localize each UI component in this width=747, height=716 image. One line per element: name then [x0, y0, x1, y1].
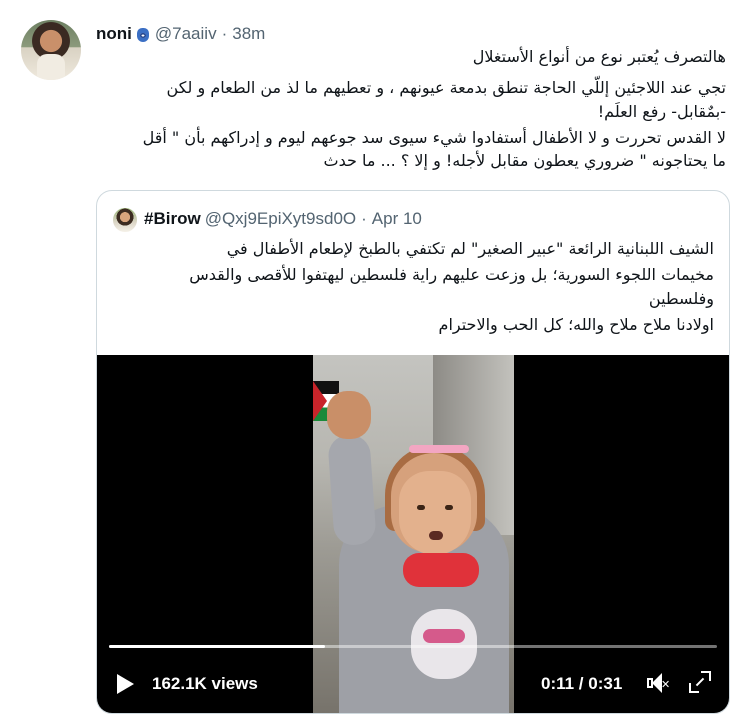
quoted-text-line: وفلسطين: [648, 289, 714, 308]
separator-dot: ·: [221, 24, 228, 43]
quoted-date[interactable]: Apr 10: [372, 209, 422, 229]
tweet-text-line: تجي عند اللاجئين إللّي الحاجة تنطق بدمعة…: [166, 78, 726, 97]
quoted-author-name[interactable]: #Birow: [144, 209, 201, 229]
avatar[interactable]: [21, 20, 81, 80]
quoted-header: #Birow @Qxj9EpiXyt9sd0O · Apr 10: [144, 207, 422, 231]
author-name[interactable]: noni: [96, 24, 132, 44]
play-icon[interactable]: [115, 673, 135, 695]
tweet-text-line: لا القدس تحررت و لا الأطفال أستفادوا شيء…: [142, 128, 726, 147]
tweet-text-line: هالتصرف يُعتبر نوع من أنواع الأستغلال: [472, 47, 726, 66]
quoted-tweet[interactable]: #Birow @Qxj9EpiXyt9sd0O · Apr 10 الشيف ا…: [96, 190, 730, 714]
video-progress-bar[interactable]: [109, 645, 717, 648]
video-time: 0:11 / 0:31: [541, 674, 623, 693]
hamsa-icon: [135, 25, 151, 43]
separator-dot: ·: [361, 209, 367, 228]
quoted-avatar[interactable]: [113, 208, 137, 232]
volume-muted-icon[interactable]: ✕: [645, 671, 671, 695]
tweet[interactable]: noni @7aaiiv · 38m هالتصرف يُعتبر نوع من…: [0, 0, 747, 716]
video-progress-fill: [109, 645, 325, 648]
tweet-header: noni @7aaiiv · 38m: [96, 22, 265, 46]
video-frame[interactable]: [313, 355, 514, 713]
quoted-text-line: اولادنا ملاح ملاح والله؛ كل الحب والاحتر…: [438, 315, 714, 334]
quoted-text-line: مخيمات اللجوء السورية؛ بل وزعت عليهم راي…: [189, 265, 714, 284]
video-controls: 162.1K views 0:11 / 0:31 ✕: [97, 665, 729, 701]
author-handle[interactable]: @7aaiiv: [155, 24, 217, 44]
quoted-text-line: الشيف اللبنانية الرائعة "عبير الصغير" لم…: [226, 239, 714, 258]
tweet-text-line: -بمٌقابل- رفع العلَم!: [597, 102, 726, 121]
quoted-author-handle[interactable]: @Qxj9EpiXyt9sd0O: [205, 209, 356, 229]
view-count: 162.1K views: [152, 674, 258, 693]
tweet-text-line: ما يحتاجونه " ضروري يعطون مقابل لأجله! و…: [323, 151, 726, 170]
video-player[interactable]: 162.1K views 0:11 / 0:31 ✕: [97, 355, 729, 713]
fullscreen-icon[interactable]: [689, 671, 711, 693]
tweet-timestamp[interactable]: 38m: [232, 24, 265, 44]
